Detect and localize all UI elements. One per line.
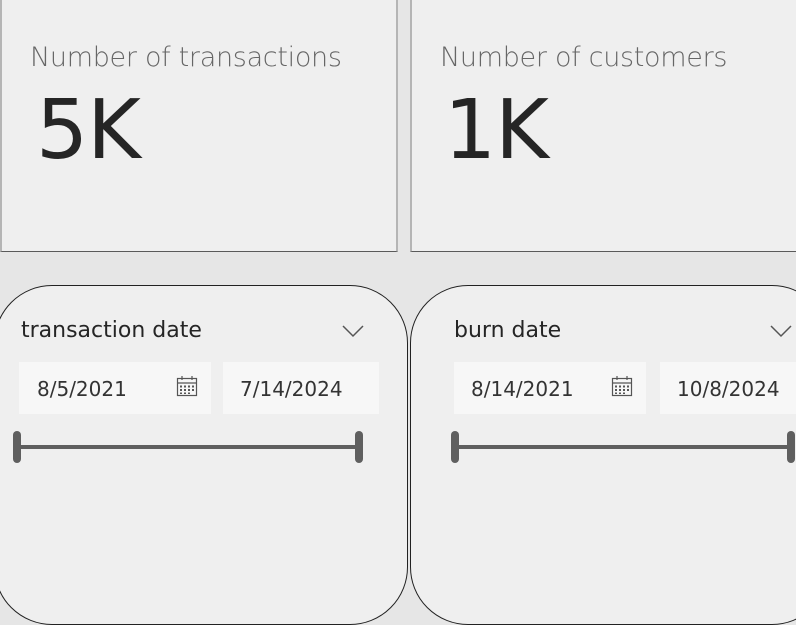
- start-date-value: 8/14/2021: [471, 377, 574, 401]
- slicer-title: transaction date: [21, 318, 202, 343]
- chevron-down-icon[interactable]: [769, 324, 793, 338]
- card-title: Number of customers: [440, 42, 728, 73]
- kpi-card-customers[interactable]: Number of customers 1K: [410, 0, 796, 252]
- start-date-input[interactable]: 8/5/2021: [19, 362, 211, 414]
- chevron-down-icon[interactable]: [341, 324, 365, 338]
- calendar-icon[interactable]: [175, 375, 199, 397]
- range-end-handle[interactable]: [355, 431, 363, 463]
- end-date-value: 10/8/2024: [677, 377, 780, 401]
- end-date-input[interactable]: 7/14/2024: [223, 362, 379, 414]
- card-value: 1K: [444, 83, 549, 178]
- date-range-track[interactable]: [17, 445, 357, 449]
- range-end-handle[interactable]: [787, 431, 795, 463]
- card-value: 5K: [36, 83, 141, 178]
- transaction-date-slicer[interactable]: transaction date 8/5/2021 7/14/2024: [0, 285, 408, 625]
- calendar-icon[interactable]: [610, 375, 634, 397]
- burn-date-slicer[interactable]: burn date 8/14/2021 10/8/2024: [410, 285, 796, 625]
- start-date-input[interactable]: 8/14/2021: [454, 362, 646, 414]
- card-title: Number of transactions: [30, 42, 342, 73]
- range-start-handle[interactable]: [451, 431, 459, 463]
- end-date-input[interactable]: 10/8/2024: [660, 362, 796, 414]
- date-range-track[interactable]: [455, 445, 791, 449]
- end-date-value: 7/14/2024: [240, 377, 343, 401]
- start-date-value: 8/5/2021: [37, 377, 127, 401]
- range-start-handle[interactable]: [13, 431, 21, 463]
- slicer-title: burn date: [454, 318, 562, 343]
- kpi-card-transactions[interactable]: Number of transactions 5K: [0, 0, 398, 252]
